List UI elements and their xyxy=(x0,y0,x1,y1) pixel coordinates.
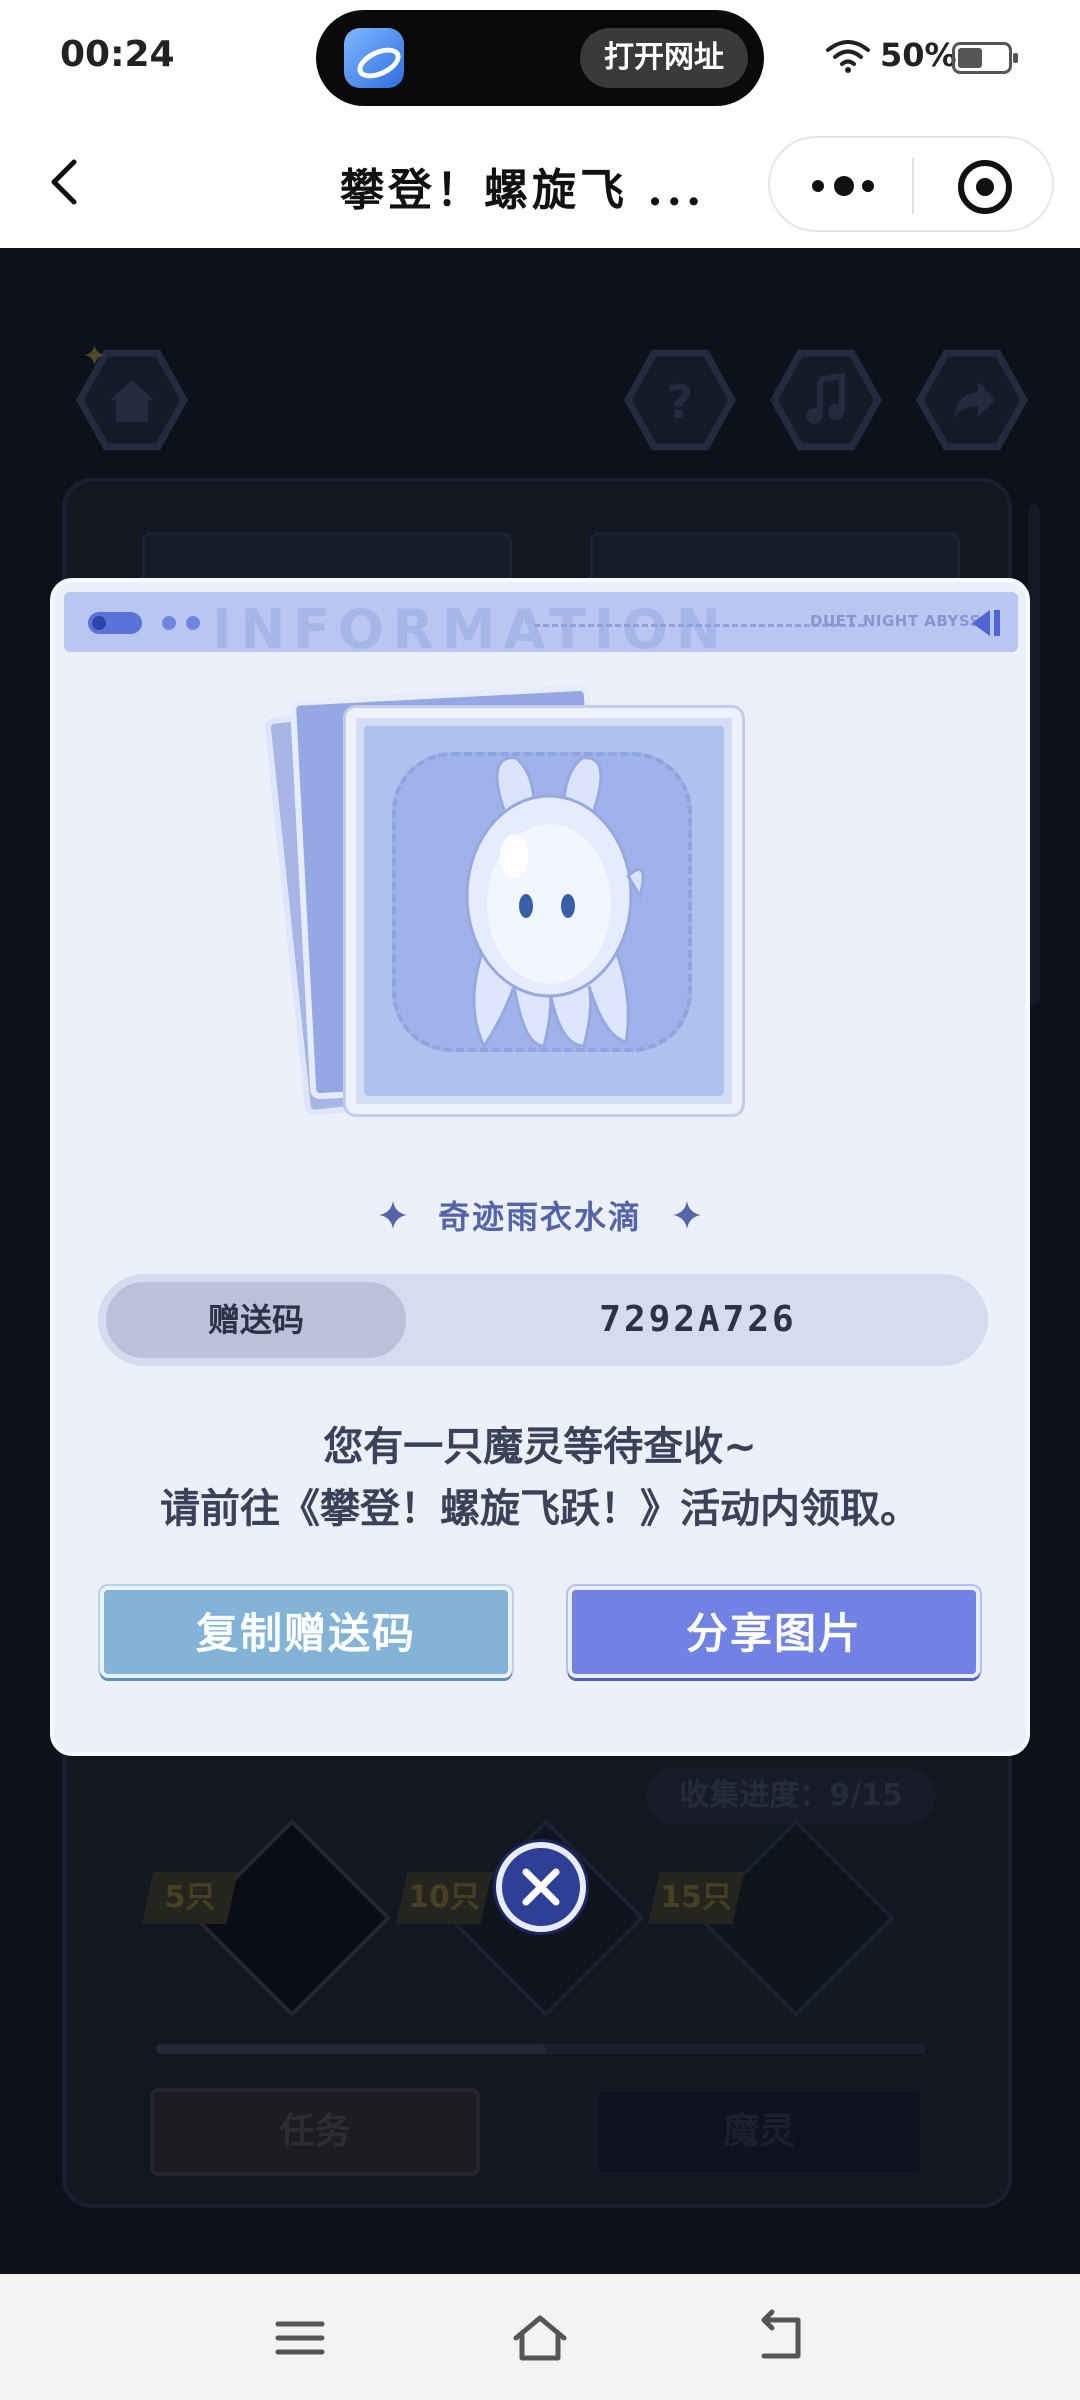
header-arrow-icon xyxy=(972,610,1000,636)
wifi-icon xyxy=(826,40,870,73)
modal-header: INFORMATION DUET NIGHT ABYSS xyxy=(64,592,1018,661)
close-miniprogram-icon[interactable] xyxy=(958,160,1012,214)
toggle-pill-icon xyxy=(88,612,142,634)
spirit-name-row: 奇迹雨衣水滴 xyxy=(54,1192,1026,1242)
dynamic-island[interactable]: 打开网址 xyxy=(316,10,764,106)
page-title: 攀登！螺旋飞 ... xyxy=(340,165,706,216)
gift-code-modal: INFORMATION DUET NIGHT ABYSS 奇迹雨衣水滴 赠送码 … xyxy=(50,578,1030,1756)
gift-code-label: 赠送码 xyxy=(106,1282,406,1358)
copy-code-button[interactable]: 复制赠送码 xyxy=(100,1586,512,1678)
more-dots-icon[interactable] xyxy=(812,176,876,196)
claim-message-line2: 请前往《攀登！螺旋飞跃！》活动内领取。 xyxy=(160,1486,920,1532)
back-arrow-icon[interactable] xyxy=(36,152,96,212)
open-url-button[interactable]: 打开网址 xyxy=(580,28,748,88)
status-time: 00:24 xyxy=(60,34,175,75)
sparkle-icon xyxy=(673,1201,702,1229)
battery-icon xyxy=(952,42,1018,74)
header-brand: DUET NIGHT ABYSS xyxy=(810,612,981,630)
home-nav-icon[interactable] xyxy=(510,2308,570,2368)
battery-percent: 50% xyxy=(880,36,957,74)
mini-program-title-bar: 攀登！螺旋飞 ... xyxy=(0,118,1080,248)
capsule-menu xyxy=(768,136,1054,232)
spirit-name: 奇迹雨衣水滴 xyxy=(437,1198,642,1236)
card-inner xyxy=(364,726,724,1096)
header-watermark: INFORMATION xyxy=(212,598,730,661)
close-modal-button[interactable] xyxy=(496,1842,586,1932)
sparkle-icon xyxy=(378,1201,407,1229)
gift-code-value[interactable]: 7292A726 xyxy=(408,1274,988,1366)
gift-code-bar: 赠送码 7292A726 xyxy=(98,1274,988,1366)
capsule-divider xyxy=(912,158,914,214)
back-nav-icon[interactable] xyxy=(750,2308,810,2368)
status-bar: 00:24 打开网址 50% xyxy=(0,0,1080,118)
share-image-button[interactable]: 分享图片 xyxy=(568,1586,980,1678)
system-nav-bar xyxy=(0,2274,1080,2400)
close-icon xyxy=(522,1868,560,1906)
raincoat-droplet-spirit-image xyxy=(465,756,645,1049)
claim-message-line1: 您有一只魔灵等待查收~ xyxy=(323,1424,757,1470)
menu-icon[interactable] xyxy=(270,2308,330,2368)
header-dot xyxy=(162,616,176,630)
claim-message: 您有一只魔灵等待查收~ 请前往《攀登！螺旋飞跃！》活动内领取。 xyxy=(54,1416,1026,1540)
header-dot xyxy=(186,616,200,630)
spirit-card xyxy=(346,708,742,1114)
browser-app-icon xyxy=(344,28,404,88)
